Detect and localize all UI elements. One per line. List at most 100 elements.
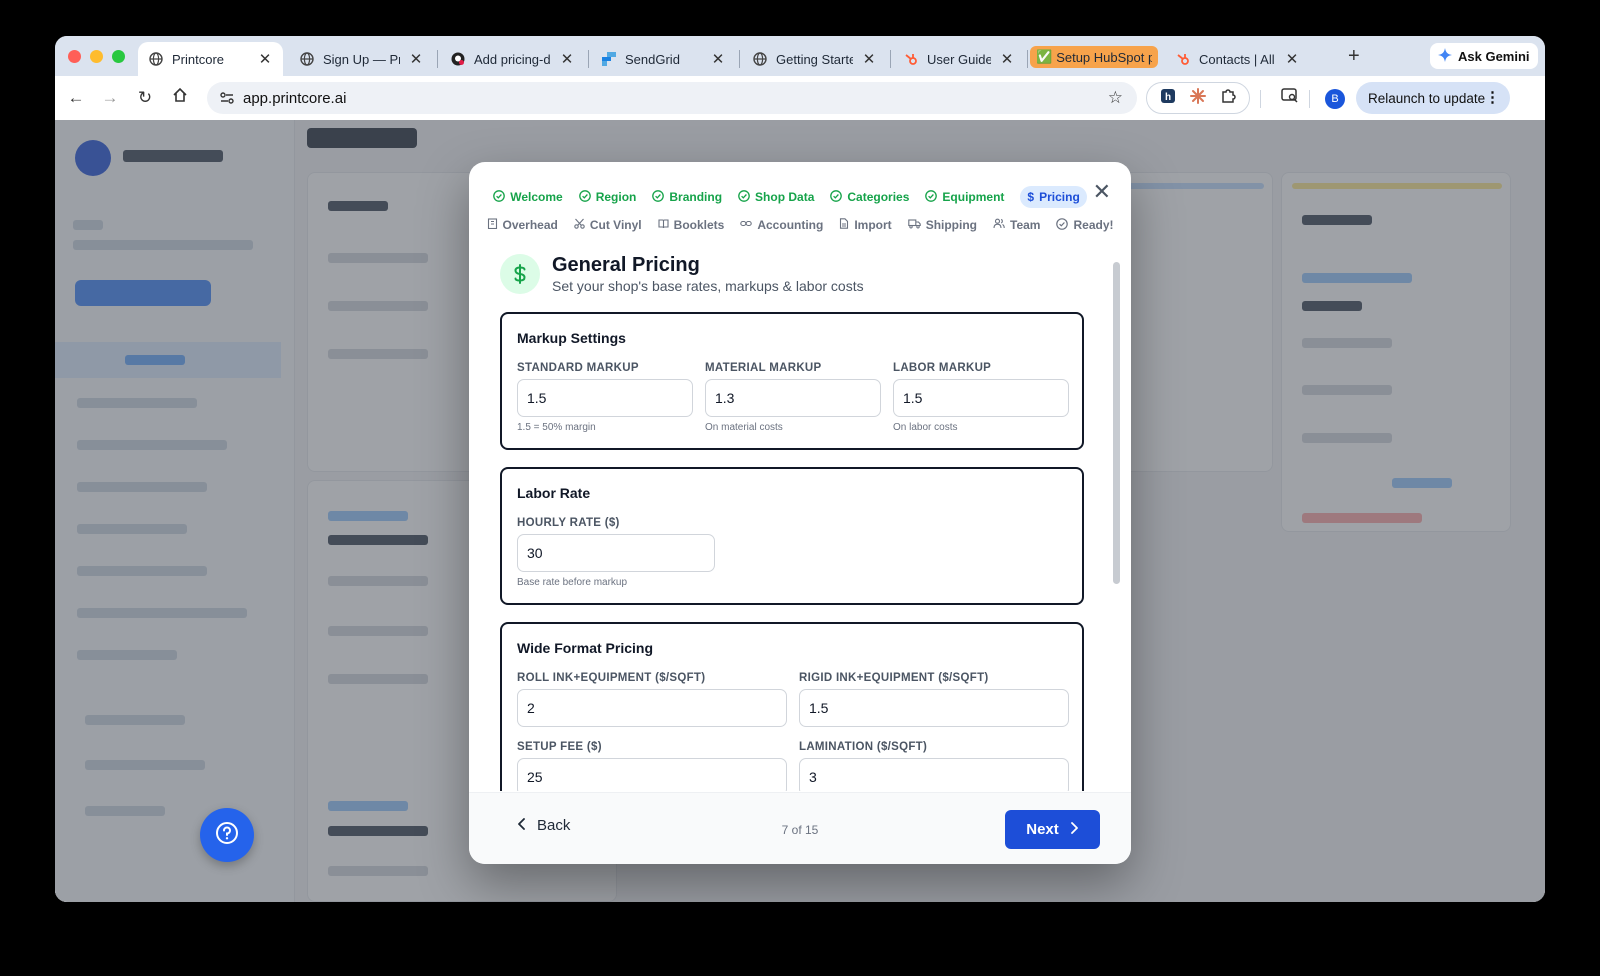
claude-extension-icon[interactable] [1189, 87, 1207, 110]
home-icon[interactable] [170, 87, 190, 108]
material-markup-input[interactable] [705, 379, 881, 417]
close-window-button[interactable] [68, 50, 81, 63]
browser-tab[interactable]: Sign Up — Pri ✕ [289, 42, 434, 76]
browser-tab[interactable]: Printcore ✕ [138, 42, 283, 76]
tab-close-icon[interactable]: ✕ [408, 50, 424, 68]
tab-close-icon[interactable]: ✕ [710, 50, 726, 68]
step-shop-data[interactable]: Shop Data [738, 186, 814, 208]
tab-title: Printcore [172, 51, 225, 67]
lamination-input[interactable] [799, 758, 1069, 791]
step-label: Branding [669, 190, 723, 204]
step-equipment[interactable]: Equipment [925, 186, 1004, 208]
tab-close-icon[interactable]: ✕ [999, 50, 1015, 68]
field-hint: 1.5 = 50% margin [517, 422, 596, 433]
labor-markup-input[interactable] [893, 379, 1069, 417]
field-label: LAMINATION ($/SQFT) [799, 741, 928, 753]
tab-title: Add pricing-d [474, 51, 551, 67]
browser-tab[interactable]: Add pricing-d ✕ [440, 42, 585, 76]
labor-rate-section: Labor Rate HOURLY RATE ($) Base rate bef… [500, 467, 1084, 605]
tab-close-icon[interactable]: ✕ [257, 50, 273, 68]
section-title: Labor Rate [517, 485, 591, 501]
check-circle-icon [652, 189, 665, 205]
step-shipping[interactable]: Shipping [907, 214, 978, 236]
github-icon [450, 51, 466, 67]
browser-tab-highlighted[interactable]: ✅ Setup HubSpot pi [1030, 46, 1158, 68]
maximize-window-button[interactable] [112, 50, 125, 63]
hourly-rate-input[interactable] [517, 534, 715, 572]
step-label: Team [1010, 218, 1041, 232]
step-categories[interactable]: Categories [830, 186, 909, 208]
tab-title: Contacts | All [1199, 51, 1275, 67]
next-button[interactable]: Next [1005, 810, 1100, 849]
more-menu-icon[interactable]: ⋮ [1485, 88, 1500, 106]
step-label: Pricing [1039, 190, 1080, 204]
browser-tab[interactable]: Getting Starte ✕ [742, 42, 887, 76]
relaunch-to-update-button[interactable]: Relaunch to update ⋮ [1356, 82, 1510, 114]
step-region[interactable]: Region [578, 186, 636, 208]
field-hint: Base rate before markup [517, 577, 628, 588]
tab-title: User Guide | H [927, 51, 991, 67]
check-circle-icon [578, 189, 591, 205]
field-label: RIGID INK+EQUIPMENT ($/SQFT) [799, 672, 989, 684]
help-button[interactable] [200, 808, 254, 862]
setup-fee-input[interactable] [517, 758, 787, 791]
url-text: app.printcore.ai [243, 89, 347, 107]
svg-text:h: h [1165, 92, 1171, 103]
page-subtitle: Set your shop's base rates, markups & la… [552, 278, 864, 294]
section-title: Markup Settings [517, 330, 626, 346]
step-label: Cut Vinyl [589, 218, 642, 232]
step-team[interactable]: Team [993, 214, 1040, 236]
standard-markup-input[interactable] [517, 379, 693, 417]
profile-avatar[interactable]: B [1325, 89, 1345, 109]
step-label: Booklets [673, 218, 725, 232]
tab-search-icon[interactable] [1280, 87, 1300, 108]
dollar-icon: $ [1027, 190, 1035, 204]
tab-close-icon[interactable]: ✕ [861, 50, 877, 68]
field-label: ROLL INK+EQUIPMENT ($/SQFT) [517, 672, 706, 684]
step-welcome[interactable]: Welcome [493, 186, 563, 208]
roll-ink-equipment-input[interactable] [517, 689, 787, 727]
step-label: Categories [847, 190, 910, 204]
tab-title: Sign Up — Pri [323, 51, 400, 67]
new-tab-button[interactable]: + [1348, 45, 1360, 68]
step-booklets[interactable]: Booklets [658, 214, 725, 236]
check-circle-icon [738, 189, 750, 205]
back-arrow-icon[interactable]: ← [66, 88, 86, 108]
step-branding[interactable]: Branding [652, 186, 722, 208]
step-overhead[interactable]: Overhead [487, 214, 558, 236]
tab-close-icon[interactable]: ✕ [559, 50, 575, 68]
ask-gemini-button[interactable]: Ask Gemini [1430, 43, 1538, 69]
extensions-puzzle-icon[interactable] [1220, 88, 1237, 109]
rigid-ink-equipment-input[interactable] [799, 689, 1069, 727]
reload-icon[interactable]: ↻ [135, 88, 155, 108]
forward-arrow-icon[interactable]: → [100, 88, 120, 108]
step-cut-vinyl[interactable]: Cut Vinyl [574, 214, 642, 236]
tab-title: SendGrid [625, 51, 680, 67]
step-import[interactable]: Import [839, 214, 892, 236]
step-label: Shop Data [755, 190, 815, 204]
address-bar[interactable]: app.printcore.ai ☆ [207, 82, 1137, 114]
step-label: Shipping [925, 218, 978, 232]
markup-settings-section: Markup Settings STANDARD MARKUP 1.5 = 50… [500, 312, 1084, 450]
minimize-window-button[interactable] [90, 50, 103, 63]
browser-tab[interactable]: SendGrid ✕ [591, 42, 736, 76]
browser-tab[interactable]: Contacts | All ✕ [1165, 42, 1310, 76]
site-settings-icon[interactable] [219, 90, 235, 110]
step-label: Ready! [1073, 218, 1114, 232]
extension-h-icon[interactable]: h [1160, 88, 1176, 109]
book-icon [658, 218, 669, 232]
wizard-steps-remaining: Overhead Cut Vinyl Booklets Accounting I… [469, 214, 1131, 236]
step-label: Equipment [942, 190, 1005, 204]
extensions-group: h [1146, 82, 1250, 114]
step-ready[interactable]: Ready! [1056, 214, 1114, 236]
field-hint: On material costs [705, 422, 783, 433]
section-title: Wide Format Pricing [517, 640, 654, 656]
tab-close-icon[interactable]: ✕ [1284, 50, 1300, 68]
step-pricing[interactable]: $ Pricing [1020, 186, 1087, 208]
tab-title: Setup HubSpot pi [1056, 49, 1152, 65]
browser-tab[interactable]: User Guide | H ✕ [893, 42, 1025, 76]
field-hint: On labor costs [893, 422, 958, 433]
field-label: LABOR MARKUP [893, 362, 992, 374]
bookmark-star-icon[interactable]: ☆ [1108, 88, 1123, 108]
step-accounting[interactable]: Accounting [740, 214, 823, 236]
